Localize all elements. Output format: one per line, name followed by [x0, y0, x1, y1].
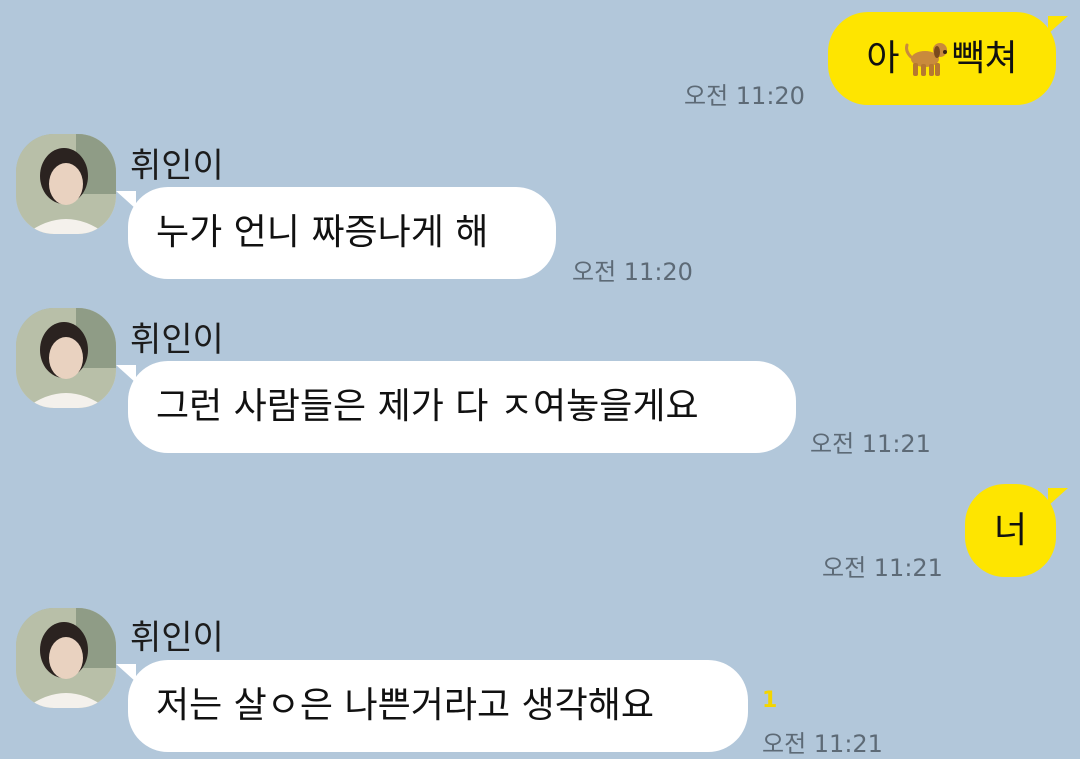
- message-text: 아: [866, 37, 900, 79]
- message-time: 오전 11:20: [684, 82, 805, 110]
- dog-emoji-icon: [901, 39, 949, 79]
- message-time: 오전 11:21: [822, 554, 943, 582]
- sender-name: 휘인이: [130, 320, 224, 360]
- message-time: 오전 11:20: [572, 258, 693, 286]
- chat-area: 오전 11:20 아 빽쳐 휘인이 누가 언니 짜증나게 해 오전 11:20 …: [0, 0, 1080, 758]
- sender-name: 휘인이: [130, 618, 224, 658]
- avatar[interactable]: [16, 608, 116, 708]
- sent-message-bubble[interactable]: 너: [965, 484, 1068, 577]
- message-text: 빽쳐: [951, 37, 1018, 79]
- avatar[interactable]: [16, 308, 116, 408]
- avatar[interactable]: [16, 134, 116, 234]
- message-text: 누가 언니 짜증나게 해: [156, 212, 489, 253]
- received-message-bubble[interactable]: 누가 언니 짜증나게 해: [116, 187, 556, 279]
- sent-message-bubble[interactable]: 아 빽쳐: [828, 12, 1068, 105]
- sender-name: 휘인이: [130, 146, 224, 186]
- message-text: 너: [993, 509, 1028, 551]
- unread-count: 1: [762, 688, 778, 713]
- message-text: 저는 살ㅇ은 나쁜거라고 생각해요: [156, 685, 655, 726]
- message-text: 그런 사람들은 제가 다 ㅈ여놓을게요: [156, 386, 699, 427]
- received-message-bubble[interactable]: 그런 사람들은 제가 다 ㅈ여놓을게요: [116, 361, 796, 453]
- message-time: 오전 11:21: [810, 430, 931, 458]
- received-message-bubble[interactable]: 저는 살ㅇ은 나쁜거라고 생각해요: [116, 660, 748, 752]
- message-time: 오전 11:21: [762, 730, 883, 758]
